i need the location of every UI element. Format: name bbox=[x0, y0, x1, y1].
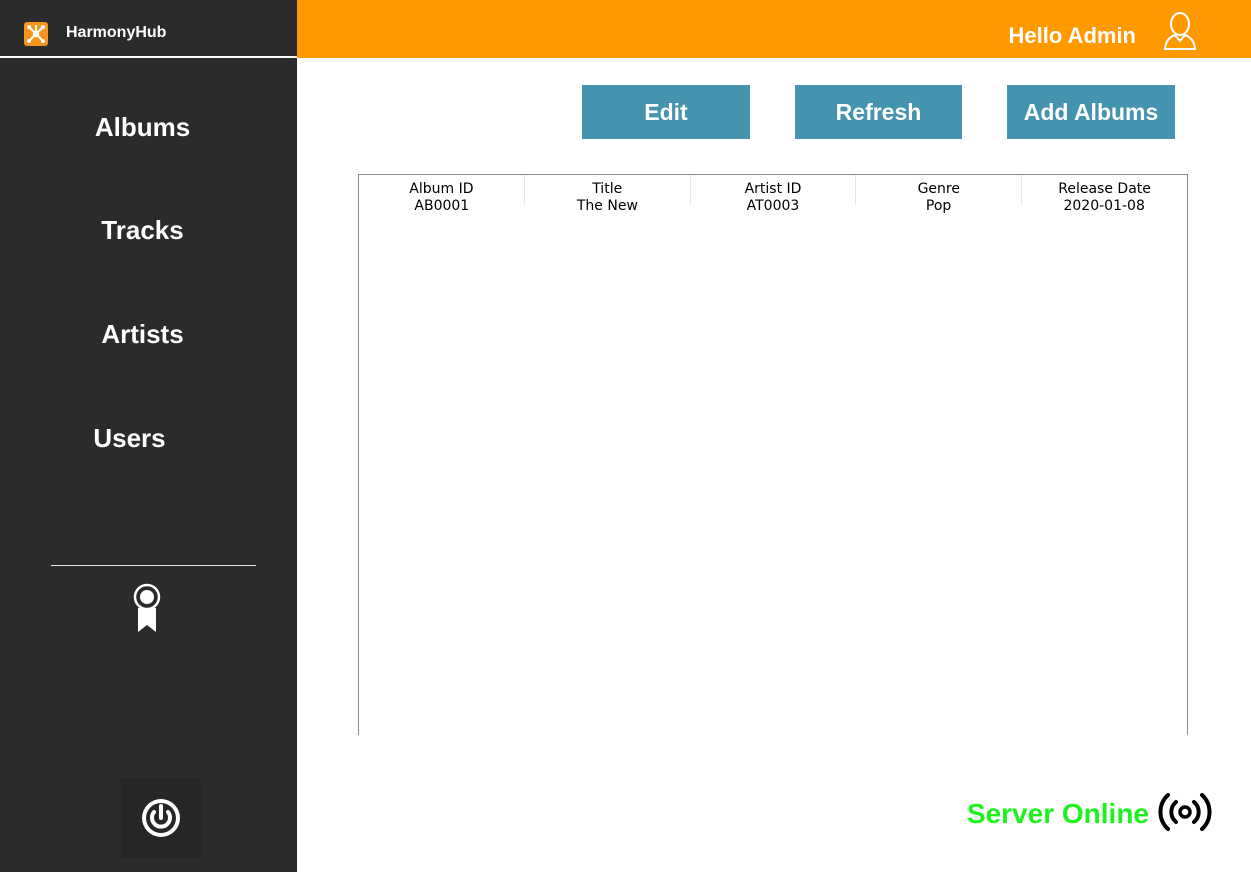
sidebar: HarmonyHub Albums Tracks Artists Users bbox=[0, 0, 297, 872]
sidebar-item-artists[interactable]: Artists bbox=[0, 319, 285, 350]
table-cell: The New bbox=[576, 198, 638, 214]
table-cell: Pop bbox=[925, 198, 952, 214]
user-icon[interactable] bbox=[1162, 11, 1198, 51]
sidebar-item-albums[interactable]: Albums bbox=[0, 112, 285, 143]
refresh-button[interactable]: Refresh bbox=[795, 85, 962, 139]
table-row[interactable]: AB0001 The New AT0003 Pop 2020-01-08 bbox=[359, 198, 1187, 226]
greeting-text: Hello Admin bbox=[1008, 23, 1136, 48]
sidebar-divider bbox=[51, 565, 256, 566]
table-cell: AT0003 bbox=[746, 198, 800, 214]
award-icon[interactable] bbox=[132, 582, 162, 634]
server-status-text: Server Online bbox=[966, 798, 1149, 829]
power-icon bbox=[142, 799, 180, 837]
signal-icon bbox=[1157, 790, 1213, 834]
top-bar: Hello Admin bbox=[297, 0, 1251, 58]
app-title: HarmonyHub bbox=[66, 24, 167, 41]
brand-header: HarmonyHub bbox=[0, 0, 297, 58]
hub-logo-icon bbox=[24, 22, 48, 46]
power-button[interactable] bbox=[121, 778, 201, 858]
sidebar-item-users[interactable]: Users bbox=[0, 423, 272, 454]
edit-button[interactable]: Edit bbox=[582, 85, 750, 139]
sidebar-item-tracks[interactable]: Tracks bbox=[0, 215, 285, 246]
albums-table[interactable]: Album ID Title Artist ID Genre Release D… bbox=[358, 174, 1188, 735]
add-albums-button[interactable]: Add Albums bbox=[1007, 85, 1175, 139]
table-cell: 2020-01-08 bbox=[1063, 198, 1145, 214]
table-cell: AB0001 bbox=[414, 198, 470, 214]
